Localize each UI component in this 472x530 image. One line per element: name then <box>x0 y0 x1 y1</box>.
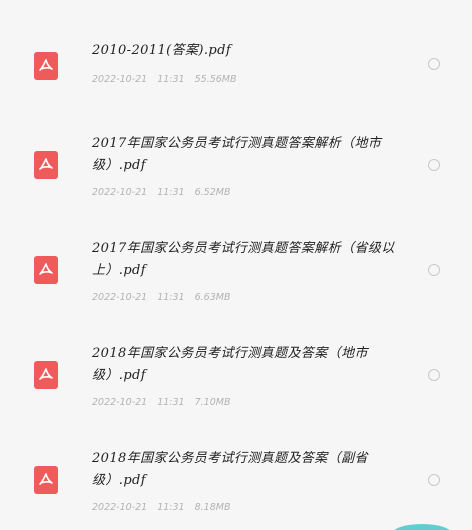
pdf-icon <box>34 52 58 80</box>
file-size: 55.56MB <box>194 74 237 85</box>
file-browser-screen: 2010-2011(答案).pdf 2022-10-21 11:31 55.56MB… <box>0 0 472 530</box>
file-meta: 2022-10-21 11:31 6.63MB <box>92 292 240 303</box>
select-radio[interactable] <box>428 369 440 381</box>
file-time: 11:31 <box>157 187 185 198</box>
file-time: 11:31 <box>157 502 185 513</box>
select-radio[interactable] <box>428 264 440 276</box>
select-radio[interactable] <box>428 474 440 486</box>
pdf-icon <box>34 151 58 179</box>
file-row[interactable]: 2017年国家公务员考试行测真题答案解析（省级以上）.pdf 2022-10-2… <box>0 228 472 333</box>
pdf-icon <box>34 361 58 389</box>
file-date: 2022-10-21 <box>92 74 148 85</box>
file-date: 2022-10-21 <box>92 292 148 303</box>
file-size: 6.52MB <box>194 187 231 198</box>
file-list: 2010-2011(答案).pdf 2022-10-21 11:31 55.56MB… <box>0 18 472 530</box>
file-meta: 2022-10-21 11:31 8.18MB <box>92 502 240 513</box>
file-date: 2022-10-21 <box>92 502 148 513</box>
select-radio[interactable] <box>428 159 440 171</box>
file-name: 2017年国家公务员考试行测真题答案解析（地市级）.pdf <box>92 136 382 173</box>
pdf-icon <box>34 466 58 494</box>
file-row[interactable]: 2018年国家公务员考试行测真题及答案（地市级）.pdf 2022-10-21 1… <box>0 333 472 438</box>
file-time: 11:31 <box>157 292 185 303</box>
file-row[interactable]: 2017年国家公务员考试行测真题答案解析（地市级）.pdf 2022-10-21… <box>0 123 472 228</box>
file-size: 7.10MB <box>194 397 231 408</box>
file-name: 2017年国家公务员考试行测真题答案解析（省级以上）.pdf <box>92 241 395 278</box>
select-radio[interactable] <box>428 58 440 70</box>
file-name: 2018年国家公务员考试行测真题及答案（副省级）.pdf <box>92 451 368 488</box>
file-row[interactable]: 2010-2011(答案).pdf 2022-10-21 11:31 55.56MB <box>0 18 472 123</box>
file-size: 6.63MB <box>194 292 231 303</box>
file-name: 2018年国家公务员考试行测真题及答案（地市级）.pdf <box>92 346 368 383</box>
file-meta: 2022-10-21 11:31 6.52MB <box>92 187 240 198</box>
pdf-icon <box>34 256 58 284</box>
file-name: 2010-2011(答案).pdf <box>92 43 232 58</box>
file-time: 11:31 <box>157 397 185 408</box>
file-meta: 2022-10-21 11:31 55.56MB <box>92 74 247 85</box>
file-date: 2022-10-21 <box>92 397 148 408</box>
file-date: 2022-10-21 <box>92 187 148 198</box>
file-time: 11:31 <box>157 74 185 85</box>
file-row[interactable]: 2018年国家公务员考试行测真题及答案（副省级）.pdf 2022-10-21 1… <box>0 438 472 530</box>
file-meta: 2022-10-21 11:31 7.10MB <box>92 397 240 408</box>
file-size: 8.18MB <box>194 502 231 513</box>
